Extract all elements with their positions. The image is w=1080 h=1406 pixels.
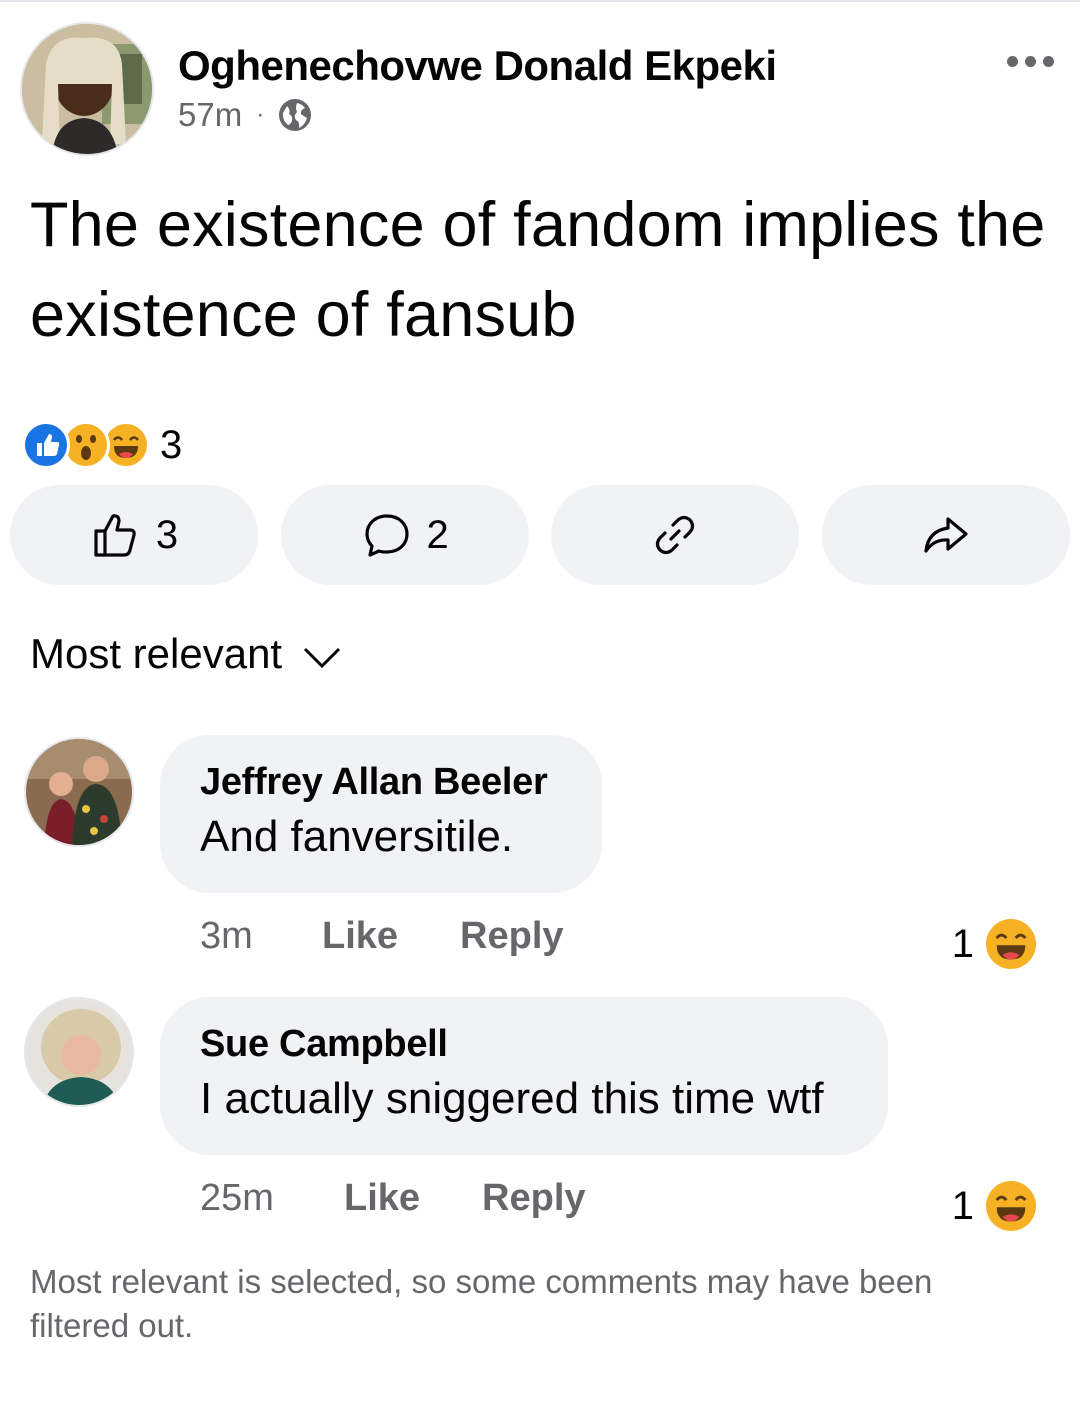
comment-text: I actually sniggered this time wtf	[200, 1074, 824, 1123]
more-options-button[interactable]	[1001, 50, 1060, 73]
post-header: Oghenechovwe Donald Ekpeki 57m ·	[20, 22, 1060, 158]
copy-link-button[interactable]	[551, 485, 800, 585]
like-count: 3	[155, 512, 179, 557]
comment-bubble[interactable]: Sue Campbell I actually sniggered this t…	[160, 997, 888, 1155]
share-button[interactable]	[821, 485, 1070, 585]
comment-button[interactable]: 2	[280, 485, 529, 585]
comment-bubble[interactable]: Jeffrey Allan Beeler And fanversitile.	[160, 735, 602, 893]
reactions-summary[interactable]: 3	[22, 420, 182, 470]
comment-like-button[interactable]: Like	[344, 1177, 420, 1220]
like-button[interactable]: 3	[10, 485, 258, 585]
comment-reactions[interactable]: 1	[952, 919, 1036, 969]
author-avatar[interactable]	[20, 22, 154, 156]
sort-label: Most relevant	[30, 630, 283, 677]
post-text: The existence of fandom implies the exis…	[30, 190, 1046, 350]
dot-icon	[1043, 56, 1054, 67]
haha-reaction-icon	[986, 1181, 1036, 1231]
like-reaction-icon	[22, 421, 70, 469]
comment-meta: 3m Like Reply	[200, 915, 564, 958]
author-name[interactable]: Oghenechovwe Donald Ekpeki	[178, 42, 777, 90]
post-actions: 3 2	[10, 485, 1070, 585]
comment-reply-button[interactable]: Reply	[482, 1177, 585, 1220]
commenter-name[interactable]: Sue Campbell	[200, 1023, 848, 1066]
globe-icon[interactable]	[278, 98, 312, 132]
comment-reaction-count: 1	[951, 1183, 974, 1228]
comment-time[interactable]: 3m	[200, 915, 322, 958]
thumbs-up-icon	[94, 514, 136, 557]
haha-reaction-icon	[986, 919, 1036, 969]
dot-icon	[1007, 56, 1018, 67]
meta-separator: ·	[256, 101, 265, 128]
comment-reactions[interactable]: 1	[952, 1181, 1036, 1231]
commenter-name[interactable]: Jeffrey Allan Beeler	[200, 761, 562, 804]
comment-sort-dropdown[interactable]: Most relevant	[30, 630, 342, 678]
reactions-count: 3	[160, 422, 183, 467]
comment-reaction-count: 1	[951, 921, 974, 966]
comment-meta: 25m Like Reply	[200, 1177, 586, 1220]
comment-text: And fanversitile.	[200, 812, 514, 861]
comment-time[interactable]: 25m	[200, 1177, 344, 1220]
dot-icon	[1025, 56, 1036, 67]
post-time[interactable]: 57m	[178, 96, 242, 134]
filter-notice: Most relevant is selected, so some comme…	[30, 1263, 933, 1344]
commenter-avatar[interactable]	[24, 997, 134, 1107]
commenter-avatar[interactable]	[24, 737, 134, 847]
comment-count: 2	[426, 512, 449, 557]
share-icon	[924, 517, 968, 553]
link-icon	[656, 515, 695, 555]
comment-like-button[interactable]: Like	[322, 915, 398, 958]
post-meta: 57m ·	[178, 96, 312, 134]
top-divider	[0, 0, 1080, 2]
chevron-down-icon	[304, 647, 341, 669]
comment-icon	[364, 514, 409, 557]
comment-reply-button[interactable]: Reply	[460, 915, 563, 958]
